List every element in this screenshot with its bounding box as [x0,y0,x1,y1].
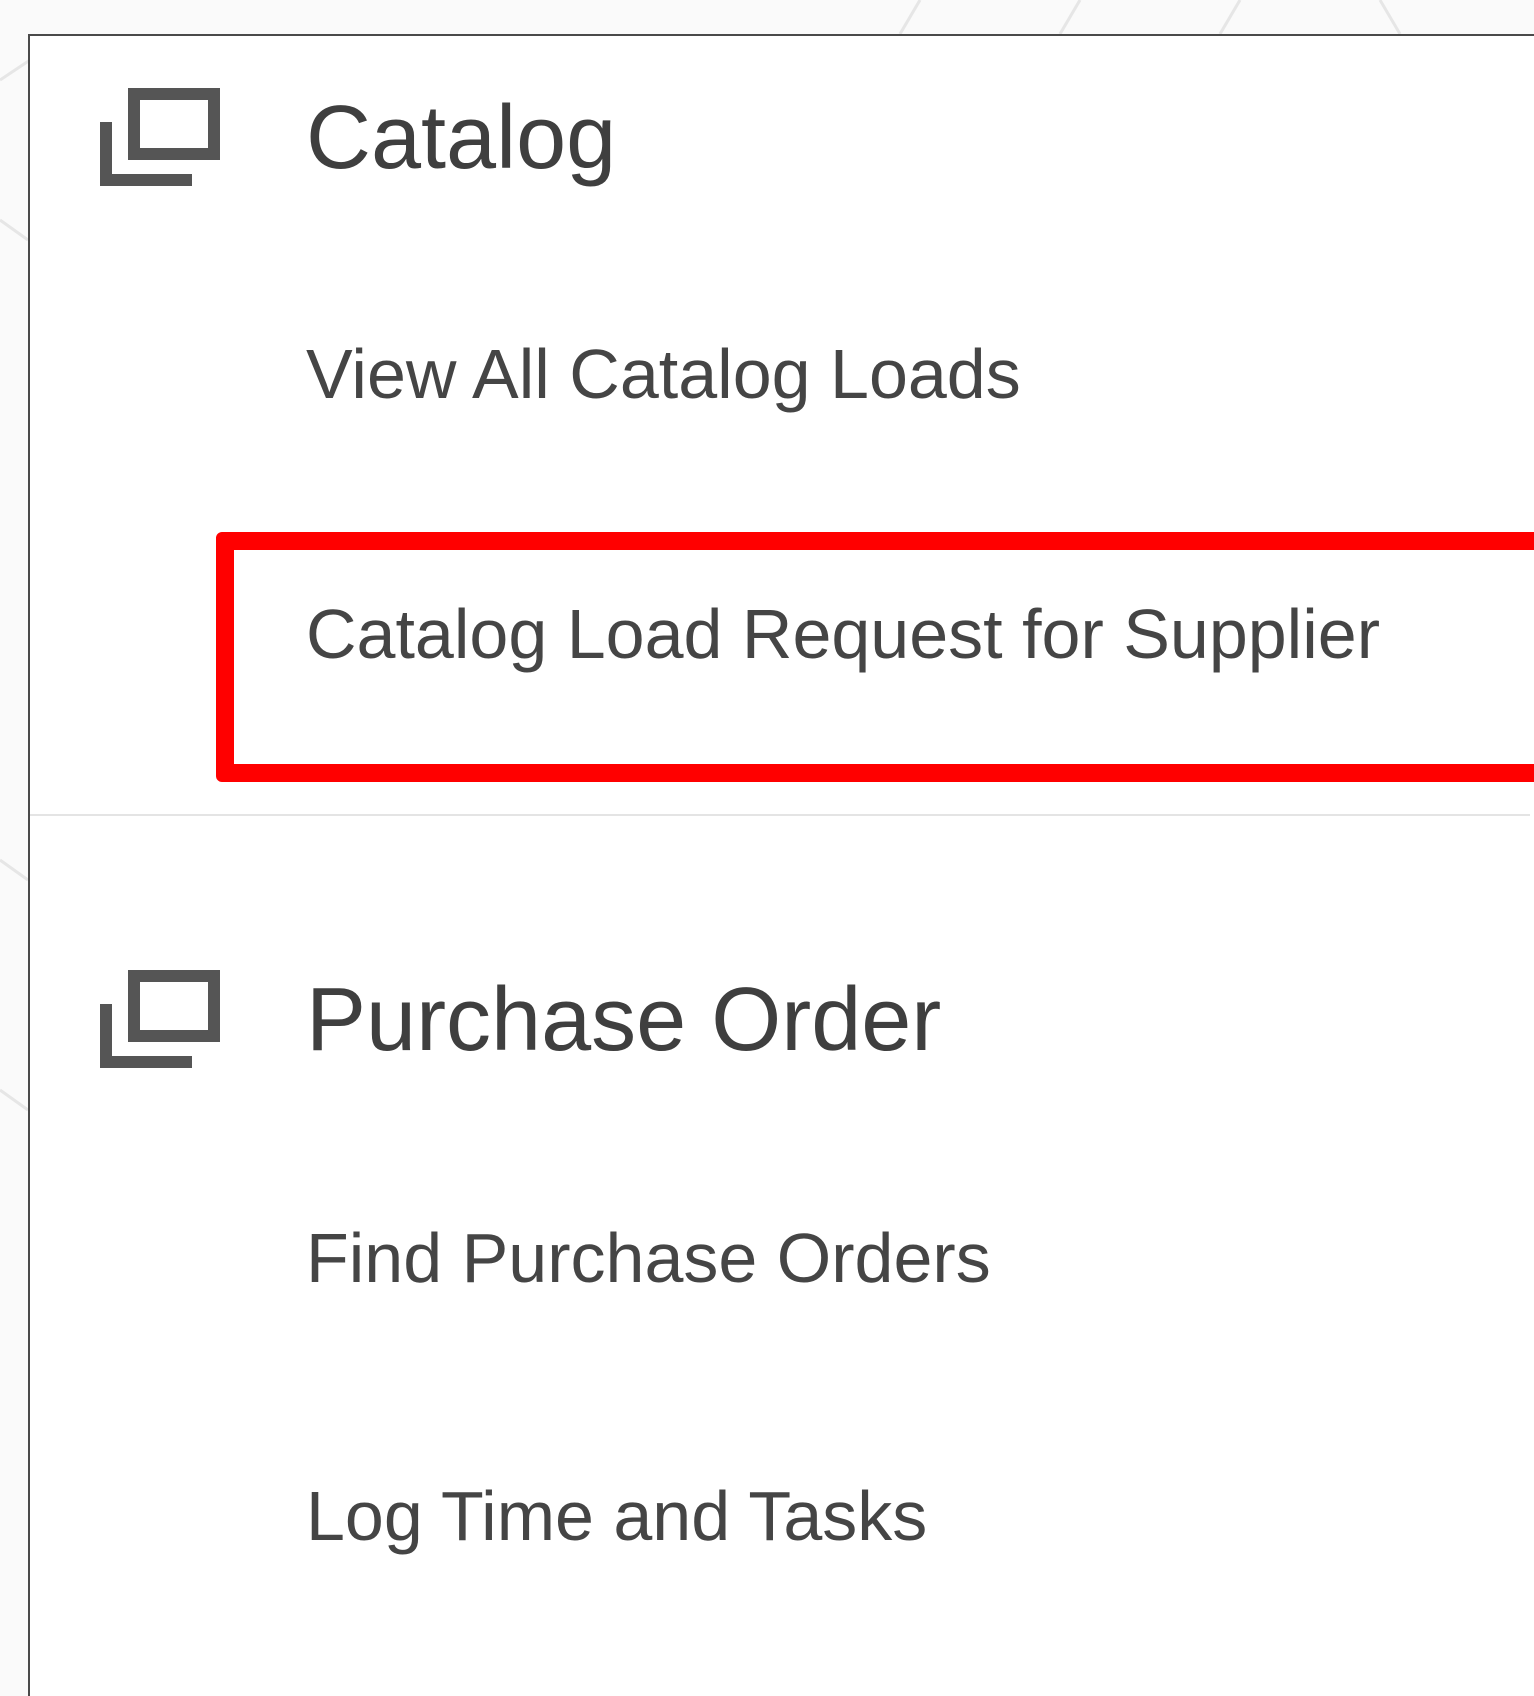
collection-icon [100,88,220,186]
menu-item-catalog-load-request-for-supplier[interactable]: Catalog Load Request for Supplier [30,594,1530,714]
menu-item-label: Log Time and Tasks [306,1477,928,1555]
menu-item-find-purchase-orders[interactable]: Find Purchase Orders [30,1218,1530,1338]
section-divider [30,814,1530,816]
navigation-menu-panel: Catalog View All Catalog Loads Catalog L… [28,34,1534,1696]
section-header-catalog: Catalog [30,88,1530,188]
menu-item-label: Catalog Load Request for Supplier [306,595,1381,673]
menu-item-view-all-catalog-loads[interactable]: View All Catalog Loads [30,334,1530,454]
menu-item-label: View All Catalog Loads [306,335,1021,413]
section-title-purchase-order: Purchase Order [306,970,942,1070]
collection-icon [100,970,220,1068]
menu-item-label: Find Purchase Orders [306,1219,991,1297]
section-header-purchase-order: Purchase Order [30,970,1530,1070]
menu-item-log-time-and-tasks[interactable]: Log Time and Tasks [30,1476,1530,1596]
section-title-catalog: Catalog [306,88,617,188]
